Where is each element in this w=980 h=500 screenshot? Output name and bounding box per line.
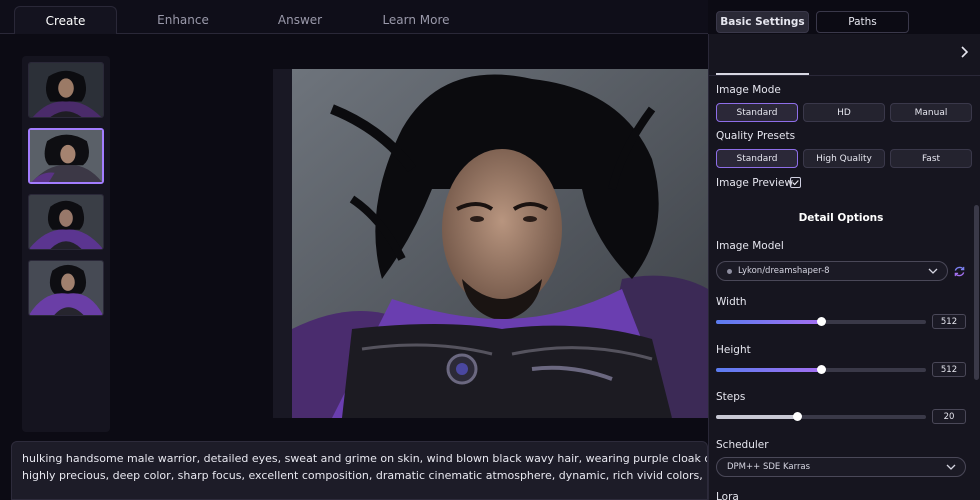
prompt-textarea[interactable]: hulking handsome male warrior, detailed … — [11, 441, 708, 500]
thumbnail-list — [22, 56, 110, 432]
lora-label: Lora — [716, 491, 739, 500]
image-preview-checkbox[interactable] — [790, 177, 801, 188]
image-model-select[interactable]: Lykon/dreamshaper-8 — [716, 261, 948, 281]
settings-scrollbar[interactable] — [974, 205, 979, 380]
width-slider-handle[interactable] — [817, 317, 826, 326]
width-label: Width — [716, 296, 747, 308]
chevron-down-icon — [928, 268, 938, 274]
quality-presets-label: Quality Presets — [716, 130, 796, 142]
quality-preset-high-quality[interactable]: High Quality — [803, 149, 885, 168]
steps-slider-handle[interactable] — [792, 412, 802, 421]
chevron-down-icon — [946, 464, 956, 470]
image-mode-manual[interactable]: Manual — [890, 103, 972, 122]
thumbnail-4[interactable] — [28, 260, 104, 316]
tab-paths[interactable]: Paths — [816, 11, 909, 33]
prompt-line-2: highly precious, deep color, sharp focus… — [22, 469, 707, 482]
image-mode-hd[interactable]: HD — [803, 103, 885, 122]
refresh-icon[interactable] — [953, 265, 966, 278]
image-mode-standard[interactable]: Standard — [716, 103, 798, 122]
width-input[interactable]: 512 — [932, 314, 966, 329]
height-slider[interactable] — [716, 365, 926, 374]
steps-input[interactable]: 20 — [932, 409, 966, 424]
height-label: Height — [716, 344, 751, 356]
steps-slider[interactable] — [716, 412, 926, 421]
thumbnail-image — [29, 195, 103, 249]
thumbnail-image — [30, 130, 102, 182]
steps-slider-fill — [716, 415, 797, 419]
steps-label: Steps — [716, 391, 746, 403]
quality-preset-standard[interactable]: Standard — [716, 149, 798, 168]
tab-enhance[interactable]: Enhance — [133, 6, 233, 34]
quality-preset-fast[interactable]: Fast — [890, 149, 972, 168]
tab-create[interactable]: Create — [14, 6, 117, 34]
width-slider-fill — [716, 320, 821, 324]
model-status-dot — [727, 268, 732, 274]
image-model-label: Image Model — [716, 240, 784, 252]
height-slider-handle[interactable] — [817, 365, 826, 374]
warrior-image — [292, 69, 708, 418]
check-icon — [792, 180, 799, 186]
scheduler-label: Scheduler — [716, 439, 769, 451]
top-tab-bar: Create Enhance Answer Learn More — [0, 0, 708, 34]
prompt-line-1: hulking handsome male warrior, detailed … — [22, 452, 707, 465]
thumbnail-image — [29, 63, 103, 117]
tab-learn-more[interactable]: Learn More — [366, 6, 466, 34]
detail-options-title: Detail Options — [798, 212, 884, 224]
chevron-right-icon[interactable] — [958, 45, 970, 59]
image-model-value: Lykon/dreamshaper-8 — [738, 266, 830, 276]
thumbnail-1[interactable] — [28, 62, 104, 118]
width-slider[interactable] — [716, 317, 926, 326]
active-tab-underline — [716, 73, 809, 75]
tab-answer[interactable]: Answer — [250, 6, 350, 34]
thumbnail-image — [29, 261, 103, 315]
scheduler-value: DPM++ SDE Karras — [727, 462, 811, 472]
generated-image-preview — [292, 69, 708, 418]
settings-panel-header — [708, 34, 980, 76]
thumbnail-3[interactable] — [28, 194, 104, 250]
image-mode-label: Image Mode — [716, 84, 781, 96]
image-preview-label: Image Preview — [716, 177, 794, 189]
scheduler-select[interactable]: DPM++ SDE Karras — [716, 457, 966, 477]
height-slider-fill — [716, 368, 821, 372]
thumbnail-2[interactable] — [28, 128, 104, 184]
height-input[interactable]: 512 — [932, 362, 966, 377]
tab-basic-settings[interactable]: Basic Settings — [716, 11, 809, 33]
